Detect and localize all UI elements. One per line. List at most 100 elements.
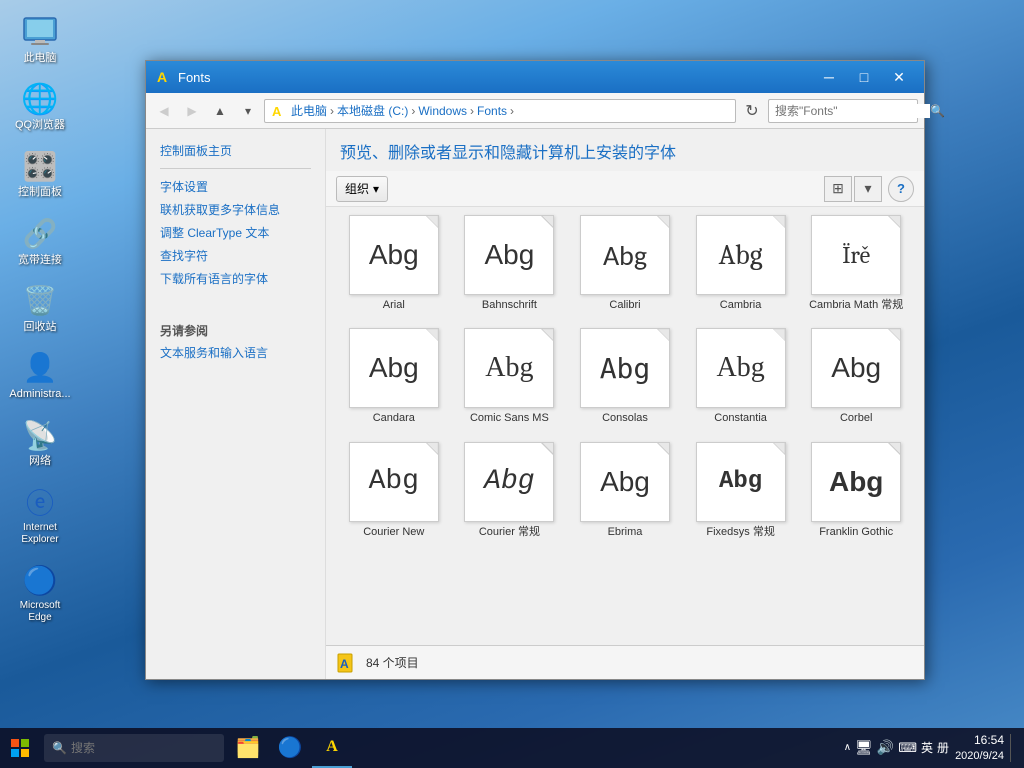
desktop-icon-edge[interactable]: 🔵 MicrosoftEdge (5, 558, 75, 628)
sidebar-control-panel-home[interactable]: 控制面板主页 (146, 139, 325, 162)
font-item-ebrima[interactable]: Abg Ebrima (571, 438, 679, 543)
qq-icon: 🌐 (22, 81, 58, 117)
font-item-cambria[interactable]: Abg Cambria (687, 211, 795, 316)
sound-tray-icon[interactable]: 🔊 (877, 739, 894, 756)
font-name-ebrima: Ebrima (608, 525, 643, 539)
desktop-icon-admin[interactable]: 👤 Administra... (5, 346, 75, 405)
edge-icon: 🔵 (22, 562, 58, 598)
font-icon-calibri: Abg (580, 215, 670, 295)
sidebar-font-settings[interactable]: 字体设置 (146, 175, 325, 198)
sidebar-find-font[interactable]: 查找字符 (146, 244, 325, 267)
lang-zh[interactable]: 册 (937, 739, 949, 756)
font-item-bahnschrift[interactable]: Abg Bahnschrift (456, 211, 564, 316)
sidebar-text-services[interactable]: 文本服务和输入语言 (146, 341, 325, 364)
title-bar-icon: A (154, 68, 172, 86)
organize-button[interactable]: 组织 ▾ (336, 176, 388, 202)
minimize-button[interactable]: ─ (812, 65, 846, 89)
taskbar-apps: 🗂️ 🔵 A (228, 728, 352, 768)
font-name-franklin: Franklin Gothic (819, 525, 893, 539)
font-preview-cambria-math: Ïrě (842, 241, 870, 269)
desktop-icon-qq[interactable]: 🌐 QQ浏览器 (5, 77, 75, 136)
recycle-bin-icon: 🗑️ (22, 283, 58, 319)
font-name-calibri: Calibri (609, 298, 640, 312)
show-desktop-button[interactable] (1010, 734, 1016, 762)
taskbar-edge-app[interactable]: 🔵 (270, 728, 310, 768)
forward-button[interactable]: ▶ (180, 99, 204, 123)
font-item-franklin[interactable]: Abg Franklin Gothic (802, 438, 910, 543)
taskbar-search-bar[interactable]: 🔍 (44, 734, 224, 762)
font-name-courier-new: Courier New (363, 525, 424, 539)
view-mode-button[interactable]: ⊞ (824, 176, 852, 202)
taskbar-search-input[interactable] (71, 741, 216, 755)
desktop-icon-broadband[interactable]: 🔗 宽带连接 (5, 212, 75, 271)
desktop-icon-network[interactable]: 📡 网络 (5, 413, 75, 472)
desktop-icon-recycle[interactable]: 🗑️ 回收站 (5, 279, 75, 338)
font-icon-arial: Abg (349, 215, 439, 295)
font-item-candara[interactable]: Abg Candara (340, 324, 448, 429)
network-tray-icon[interactable]: 🖥 (855, 739, 873, 756)
main-content: 预览、删除或者显示和隐藏计算机上安装的字体 组织 ▾ ⊞ ▾ ? (326, 129, 924, 679)
sidebar-online-fonts[interactable]: 联机获取更多字体信息 (146, 198, 325, 221)
back-button[interactable]: ◀ (152, 99, 176, 123)
font-preview-ebrima: Abg (600, 466, 650, 498)
font-icon-cambria-math: Ïrě (811, 215, 901, 295)
font-icon-consolas: Abg (580, 328, 670, 408)
taskbar-fonts-app[interactable]: A (312, 728, 352, 768)
taskbar-explorer-app[interactable]: 🗂️ (228, 728, 268, 768)
status-count: 84 个项目 (366, 654, 419, 671)
sidebar-download-fonts[interactable]: 下载所有语言的字体 (146, 267, 325, 290)
font-item-corbel[interactable]: Abg Corbel (802, 324, 910, 429)
font-item-arial[interactable]: Abg Arial (340, 211, 448, 316)
taskbar-search-icon: 🔍 (52, 741, 67, 755)
font-name-cambria-math: Cambria Math 常规 (809, 298, 903, 312)
close-button[interactable]: ✕ (882, 65, 916, 89)
recent-locations-button[interactable]: ▾ (236, 99, 260, 123)
font-item-constantia[interactable]: Abg Constantia (687, 324, 795, 429)
font-icon-constantia: Abg (696, 328, 786, 408)
font-item-comic-sans[interactable]: Abg Comic Sans MS (456, 324, 564, 429)
font-item-consolas[interactable]: Abg Consolas (571, 324, 679, 429)
font-icon-cambria: Abg (696, 215, 786, 295)
search-input[interactable] (775, 104, 930, 118)
address-path[interactable]: A 此电脑 › 本地磁盘 (C:) › Windows › Fonts › (264, 99, 736, 123)
font-item-courier-new[interactable]: Abg Courier New (340, 438, 448, 543)
organize-label: 组织 (345, 180, 369, 197)
keyboard-icon[interactable]: ⌨ (898, 740, 917, 756)
help-button[interactable]: ? (888, 176, 914, 202)
refresh-button[interactable]: ↻ (740, 99, 764, 123)
font-grid-container[interactable]: Abg Arial Abg Bahnschrift (326, 207, 924, 645)
font-item-fixedsys[interactable]: Abg Fixedsys 常规 (687, 438, 795, 543)
desktop-icon-my-computer[interactable]: 此电脑 (5, 10, 75, 69)
font-item-courier[interactable]: Abg Courier 常规 (456, 438, 564, 543)
svg-text:A: A (157, 69, 167, 85)
font-preview-bahnschrift: Abg (484, 239, 534, 271)
recycle-label: 回收站 (24, 321, 57, 334)
view-dropdown-button[interactable]: ▾ (854, 176, 882, 202)
font-preview-franklin: Abg (829, 466, 883, 498)
path-disk: 本地磁盘 (C:) (337, 102, 408, 119)
up-button[interactable]: ▲ (208, 99, 232, 123)
font-name-candara: Candara (373, 411, 415, 425)
start-button[interactable] (0, 728, 40, 768)
tray-arrow-icon[interactable]: ∧ (844, 742, 851, 753)
admin-icon: 👤 (22, 350, 58, 386)
font-icon-bahnschrift: Abg (464, 215, 554, 295)
taskbar-clock[interactable]: 16:54 2020/9/24 (955, 733, 1004, 763)
network-label: 网络 (29, 455, 51, 468)
sidebar-also-see: 另请参阅 文本服务和输入语言 (146, 318, 325, 364)
lang-en[interactable]: 英 (921, 739, 933, 756)
page-title: 预览、删除或者显示和隐藏计算机上安装的字体 (340, 145, 676, 162)
font-item-cambria-math[interactable]: Ïrě Cambria Math 常规 (802, 211, 910, 316)
desktop-icon-ie[interactable]: ⓔ InternetExplorer (5, 480, 75, 550)
sidebar-cleartype[interactable]: 调整 ClearType 文本 (146, 221, 325, 244)
maximize-button[interactable]: □ (847, 65, 881, 89)
font-item-calibri[interactable]: Abg Calibri (571, 211, 679, 316)
broadband-icon: 🔗 (22, 216, 58, 252)
font-name-corbel: Corbel (840, 411, 872, 425)
address-bar: ◀ ▶ ▲ ▾ A 此电脑 › 本地磁盘 (C:) › Windows › Fo… (146, 93, 924, 129)
broadband-label: 宽带连接 (18, 254, 62, 267)
font-name-arial: Arial (383, 298, 405, 312)
clock-time: 16:54 (955, 733, 1004, 749)
desktop-icon-control[interactable]: 🎛️ 控制面板 (5, 144, 75, 203)
network-icon: 📡 (22, 417, 58, 453)
